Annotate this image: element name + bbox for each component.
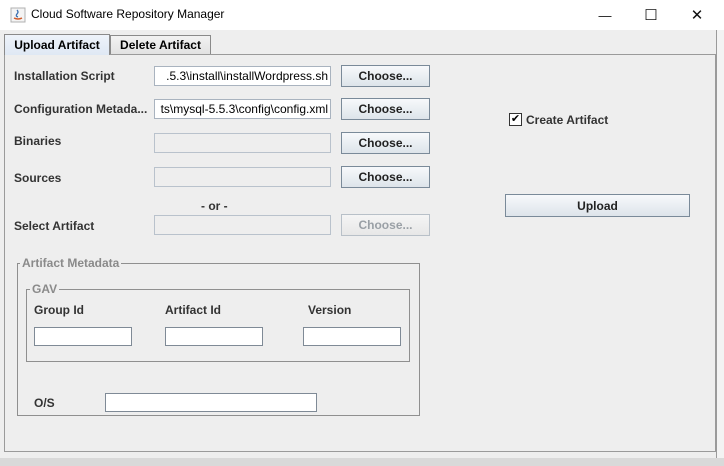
artifact-metadata-title: Artifact Metadata (20, 256, 122, 270)
os-label: O/S (34, 396, 55, 410)
installation-script-field[interactable]: .5.3\install\installWordpress.sh (154, 66, 331, 86)
window-title: Cloud Software Repository Manager (31, 7, 225, 21)
or-separator: - or - (201, 199, 228, 213)
artifact-id-label: Artifact Id (165, 303, 222, 317)
installation-script-choose-button[interactable]: Choose... (341, 65, 430, 87)
installation-script-label: Installation Script (14, 69, 115, 83)
artifact-id-input[interactable] (165, 327, 263, 346)
configuration-metadata-field[interactable]: ts\mysql-5.5.3\config\config.xml (154, 99, 331, 119)
background-window-edge-bottom (0, 458, 724, 466)
gav-title: GAV (30, 282, 60, 296)
version-input[interactable] (303, 327, 401, 346)
os-input[interactable] (105, 393, 317, 412)
configuration-metadata-choose-button[interactable]: Choose... (341, 98, 430, 120)
minimize-icon: — (598, 7, 612, 23)
create-artifact-label: Create Artifact (526, 113, 609, 127)
tab-upload-artifact[interactable]: Upload Artifact (4, 34, 110, 55)
sources-choose-button[interactable]: Choose... (341, 166, 430, 188)
sources-field[interactable] (154, 167, 331, 187)
upload-button[interactable]: Upload (505, 194, 690, 217)
close-button[interactable]: ✕ (674, 0, 720, 30)
select-artifact-choose-button: Choose... (341, 214, 430, 236)
checkmark-icon: ✔ (510, 113, 521, 125)
select-artifact-label: Select Artifact (14, 219, 95, 233)
create-artifact-checkbox[interactable]: ✔ (509, 113, 522, 126)
minimize-button[interactable]: — (582, 0, 628, 30)
binaries-choose-button[interactable]: Choose... (341, 132, 430, 154)
sources-label: Sources (14, 171, 62, 185)
maximize-icon: ☐ (644, 7, 658, 24)
group-id-input[interactable] (34, 327, 132, 346)
tab-delete-artifact[interactable]: Delete Artifact (110, 35, 211, 54)
version-label: Version (308, 303, 352, 317)
maximize-button[interactable]: ☐ (628, 0, 674, 30)
binaries-field[interactable] (154, 133, 331, 153)
close-icon: ✕ (690, 7, 704, 24)
group-id-label: Group Id (34, 303, 84, 317)
java-app-icon (10, 7, 26, 23)
binaries-label: Binaries (14, 134, 62, 148)
select-artifact-field (154, 215, 331, 235)
gav-group (26, 289, 410, 362)
configuration-metadata-label: Configuration Metada... (14, 102, 148, 116)
background-window-edge (716, 30, 724, 466)
